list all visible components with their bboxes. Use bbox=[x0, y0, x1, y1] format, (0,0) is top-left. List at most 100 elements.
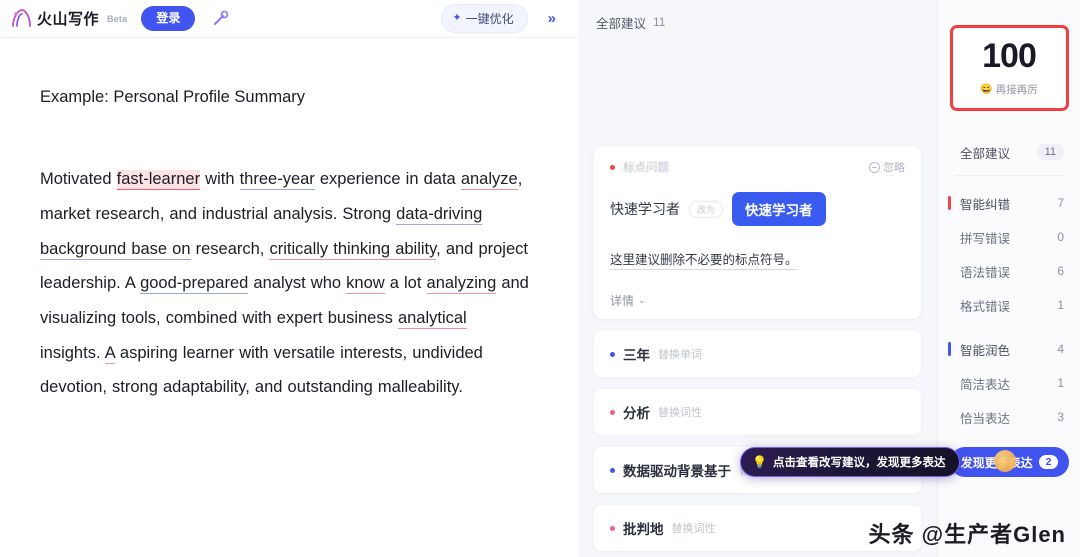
suggestions-header-title: 全部建议 bbox=[596, 16, 647, 31]
category-accent-bar bbox=[948, 196, 951, 210]
issue-dot-icon bbox=[610, 467, 615, 473]
suggestions-header-count: 11 bbox=[653, 15, 666, 29]
smiley-icon: 😄 bbox=[980, 84, 993, 95]
category-count: 0 bbox=[1057, 230, 1064, 244]
category-count: 11 bbox=[1036, 144, 1064, 160]
flagged-text[interactable]: three-year bbox=[239, 170, 315, 191]
issue-dot-icon bbox=[610, 525, 615, 531]
category-accent-bar bbox=[948, 342, 951, 356]
suggestion-word: 批判地 bbox=[623, 522, 664, 537]
score-sidebar: 100 😄 再接再厉 全部建议 11 智能纠错 7 拼写错误 0 语法错误 6 格式错误 1 智能润… bbox=[938, 0, 1080, 557]
text-run: experience in data bbox=[314, 170, 461, 189]
flagged-text[interactable]: analytical bbox=[397, 308, 467, 329]
category-count: 6 bbox=[1057, 264, 1064, 278]
card-explanation: 这里建议删除不必要的标点符号。 bbox=[610, 249, 905, 270]
app-window: 火山写作 Beta 登录 ✦ 一键优化 » Example: Personal … bbox=[0, 0, 1080, 557]
suggestions-pane: 全部建议 11 标点问题 忽略 快速学习者 改为 快速学习者 这里建议删除不必要… bbox=[578, 0, 961, 557]
category-label: 全部建议 bbox=[960, 146, 1011, 161]
card-details-toggle[interactable]: 详情 ⌄ bbox=[610, 292, 905, 309]
category-item-0[interactable]: 全部建议 11 bbox=[938, 135, 1080, 169]
document-paragraph[interactable]: Motivated fast-learner with three-year e… bbox=[40, 162, 532, 404]
score-box: 100 😄 再接再厉 bbox=[949, 25, 1069, 111]
brand-logo: 火山写作 Beta bbox=[10, 8, 127, 29]
category-label: 格式错误 bbox=[960, 299, 1011, 314]
ignore-label: 忽略 bbox=[883, 162, 905, 174]
replace-arrow-label: 改为 bbox=[689, 200, 724, 218]
lightbulb-icon: 💡 bbox=[752, 455, 767, 469]
category-list: 全部建议 11 智能纠错 7 拼写错误 0 语法错误 6 格式错误 1 智能润色 4 简洁表达 1 恰当表达… bbox=[938, 135, 1080, 434]
text-run: with bbox=[200, 170, 240, 189]
suggestion-row[interactable]: 三年 替换单词 bbox=[594, 331, 921, 377]
suggestion-card-active[interactable]: 标点问题 忽略 快速学习者 改为 快速学习者 这里建议删除不必要的标点符号。 详… bbox=[594, 146, 921, 319]
editor-pane: 火山写作 Beta 登录 ✦ 一键优化 » Example: Personal … bbox=[0, 0, 578, 557]
discover-more-button[interactable]: 发现更多表达 2 bbox=[950, 447, 1069, 477]
category-item-4[interactable]: 格式错误 1 bbox=[938, 288, 1080, 322]
flagged-text[interactable]: know bbox=[346, 274, 385, 295]
category-count: 1 bbox=[1057, 376, 1064, 390]
issue-dot-icon bbox=[610, 409, 615, 415]
suggestion-word: 三年 bbox=[623, 348, 650, 363]
editor-toolbar: 火山写作 Beta 登录 ✦ 一键优化 » bbox=[0, 0, 578, 38]
flagged-text[interactable]: A bbox=[104, 343, 115, 364]
category-label: 智能润色 bbox=[960, 343, 1011, 358]
volcano-logo-icon bbox=[10, 8, 32, 29]
category-count: 4 bbox=[1057, 342, 1064, 356]
suggestion-word: 分析 bbox=[623, 406, 650, 421]
card-replacement-row: 快速学习者 改为 快速学习者 bbox=[610, 192, 905, 226]
details-label: 详情 bbox=[610, 294, 635, 308]
flagged-text[interactable]: critically thinking ability bbox=[269, 239, 437, 260]
category-item-2[interactable]: 拼写错误 0 bbox=[938, 220, 1080, 254]
category-item-1[interactable]: 智能纠错 7 bbox=[938, 186, 1080, 220]
score-caption: 😄 再接再厉 bbox=[980, 82, 1037, 97]
category-label: 拼写错误 bbox=[960, 231, 1011, 246]
login-button[interactable]: 登录 bbox=[141, 6, 196, 31]
suggestion-word: 数据驱动背景基于 bbox=[623, 464, 731, 479]
issue-type-label: 标点问题 bbox=[623, 162, 669, 174]
issue-dot-icon bbox=[610, 351, 615, 357]
flagged-text[interactable]: analyzing bbox=[426, 274, 497, 295]
rewrite-hint-tooltip: 💡 点击查看改写建议，发现更多表达 bbox=[740, 447, 961, 477]
flagged-text[interactable]: analyze bbox=[460, 170, 518, 191]
magic-wand-icon[interactable] bbox=[207, 6, 233, 32]
category-label: 简洁表达 bbox=[960, 377, 1011, 392]
original-word: 快速学习者 bbox=[610, 201, 680, 217]
category-label: 智能纠错 bbox=[960, 197, 1011, 212]
tooltip-text: 点击查看改写建议，发现更多表达 bbox=[772, 457, 946, 469]
flagged-text[interactable]: fast-learner bbox=[116, 170, 201, 191]
suggestion-kind: 替换词性 bbox=[671, 523, 716, 535]
beta-badge: Beta bbox=[107, 13, 128, 24]
highlight-blob-icon bbox=[994, 450, 1016, 472]
collapse-panel-button[interactable]: » bbox=[542, 9, 562, 28]
category-item-3[interactable]: 语法错误 6 bbox=[938, 254, 1080, 288]
category-count: 7 bbox=[1057, 196, 1064, 210]
card-header: 标点问题 忽略 bbox=[610, 159, 905, 175]
apply-replacement-button[interactable]: 快速学习者 bbox=[732, 192, 826, 226]
watermark: 头条 @生产者Glen bbox=[868, 522, 1066, 547]
text-run: a lot bbox=[384, 274, 427, 293]
category-divider bbox=[955, 175, 1063, 176]
suggestion-kind: 替换单词 bbox=[658, 349, 702, 361]
category-label: 语法错误 bbox=[960, 265, 1011, 280]
score-value: 100 bbox=[976, 37, 1042, 77]
category-item-7[interactable]: 恰当表达 3 bbox=[938, 400, 1080, 434]
chevron-down-icon: ⌄ bbox=[638, 295, 646, 305]
suggestions-header: 全部建议 11 bbox=[578, 0, 937, 34]
score-caption-text: 再接再厉 bbox=[995, 84, 1038, 96]
sparkle-icon: ✦ bbox=[452, 12, 462, 24]
document-editor[interactable]: Example: Personal Profile Summary Motiva… bbox=[0, 38, 578, 557]
flagged-text[interactable]: good-prepared bbox=[140, 274, 249, 295]
text-run: Motivated bbox=[40, 170, 117, 189]
category-item-6[interactable]: 简洁表达 1 bbox=[938, 366, 1080, 400]
category-item-5[interactable]: 智能润色 4 bbox=[938, 332, 1080, 366]
suggestions-list: 标点问题 忽略 快速学习者 改为 快速学习者 这里建议删除不必要的标点符号。 详… bbox=[578, 34, 937, 557]
text-run: insights. bbox=[40, 343, 105, 362]
category-count: 3 bbox=[1057, 410, 1064, 424]
ignore-button[interactable]: 忽略 bbox=[869, 159, 905, 175]
suggestion-kind: 替换词性 bbox=[658, 407, 702, 419]
optimize-label: 一键优化 bbox=[465, 12, 514, 26]
circle-minus-icon bbox=[869, 161, 880, 173]
one-click-optimize-button[interactable]: ✦ 一键优化 bbox=[441, 4, 528, 33]
text-run: analyst who bbox=[248, 274, 347, 293]
issue-dot-icon bbox=[610, 164, 615, 170]
suggestion-row[interactable]: 分析 替换词性 bbox=[594, 389, 921, 435]
